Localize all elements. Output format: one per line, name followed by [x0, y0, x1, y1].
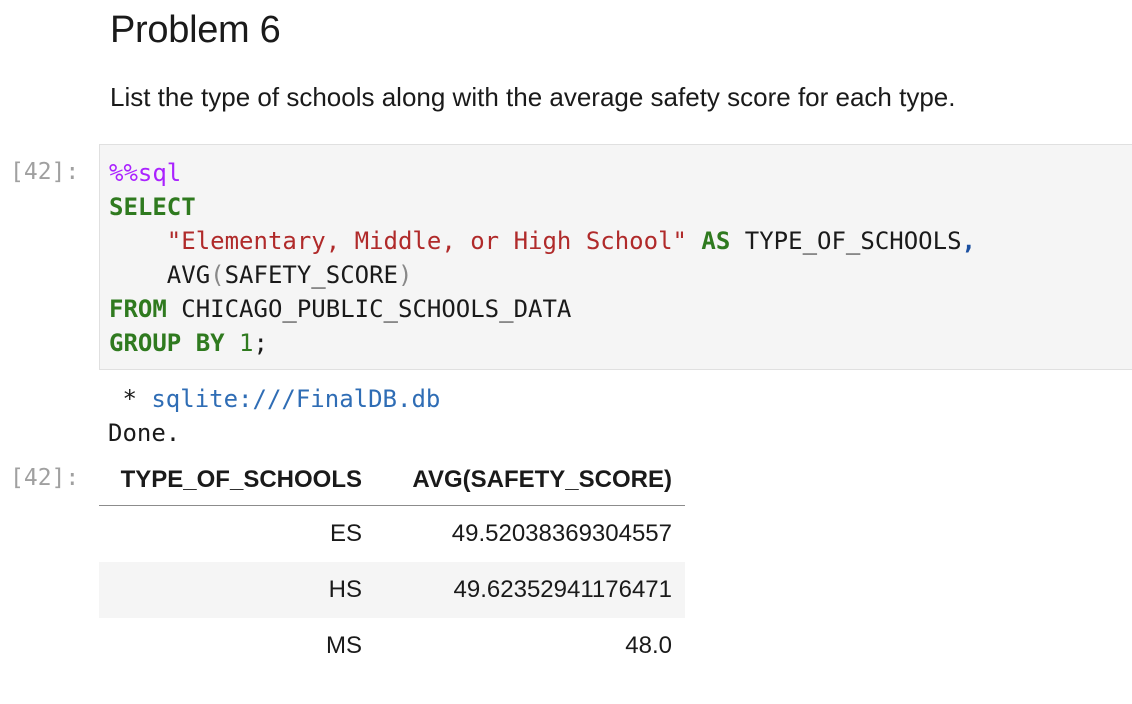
- input-prompt: [42]:: [10, 159, 80, 185]
- cell-school-type: HS: [99, 562, 375, 618]
- as-keyword: AS: [701, 227, 731, 255]
- cell-avg-score: 49.62352941176471: [375, 562, 685, 618]
- column-alias: TYPE_OF_SCHOOLS: [744, 227, 962, 255]
- table-header-row: TYPE_OF_SCHOOLS AVG(SAFETY_SCORE): [99, 455, 685, 506]
- comma: ,: [961, 227, 976, 255]
- status-text: Done.: [108, 419, 181, 447]
- paren-open: (: [210, 261, 225, 289]
- header-avg-safety-score: AVG(SAFETY_SCORE): [375, 455, 685, 506]
- semicolon: ;: [253, 329, 268, 357]
- string-literal: "Elementary, Middle, or High School": [166, 227, 687, 255]
- cell-school-type: MS: [326, 632, 362, 659]
- problem-description: List the type of schools along with the …: [110, 82, 956, 112]
- connection-string: sqlite:///FinalDB.db: [151, 385, 441, 413]
- group-by-keyword: GROUP BY: [109, 329, 225, 357]
- avg-argument: SAFETY_SCORE: [224, 261, 398, 289]
- cell-avg-score: 48.0: [625, 632, 672, 659]
- group-by-number: 1: [239, 329, 254, 357]
- output-prompt: [42]:: [10, 465, 80, 491]
- cell-avg-score: 49.52038369304557: [451, 520, 672, 547]
- table-row: HS 49.62352941176471: [99, 562, 685, 618]
- cell-school-type: ES: [329, 520, 362, 547]
- result-table: TYPE_OF_SCHOOLS AVG(SAFETY_SCORE) ES 49.…: [99, 455, 685, 674]
- cell-output: * sqlite:///FinalDB.db Done.: [108, 382, 440, 450]
- table-name: CHICAGO_PUBLIC_SCHOOLS_DATA: [181, 295, 572, 323]
- connection-bullet: *: [108, 385, 152, 413]
- table-row: ES 49.52038369304557: [99, 506, 685, 563]
- table-row: MS 48.0: [99, 618, 685, 674]
- select-keyword: SELECT: [109, 193, 196, 221]
- code-cell-editor[interactable]: %%sql SELECT "Elementary, Middle, or Hig…: [99, 144, 1132, 370]
- paren-close: ): [398, 261, 413, 289]
- sql-magic: %%sql: [109, 159, 182, 187]
- sql-code[interactable]: %%sql SELECT "Elementary, Middle, or Hig…: [109, 156, 976, 360]
- problem-title: Problem 6: [110, 9, 281, 51]
- from-keyword: FROM: [109, 295, 167, 323]
- header-type-of-schools: TYPE_OF_SCHOOLS: [99, 455, 375, 506]
- avg-function: AVG: [166, 261, 211, 289]
